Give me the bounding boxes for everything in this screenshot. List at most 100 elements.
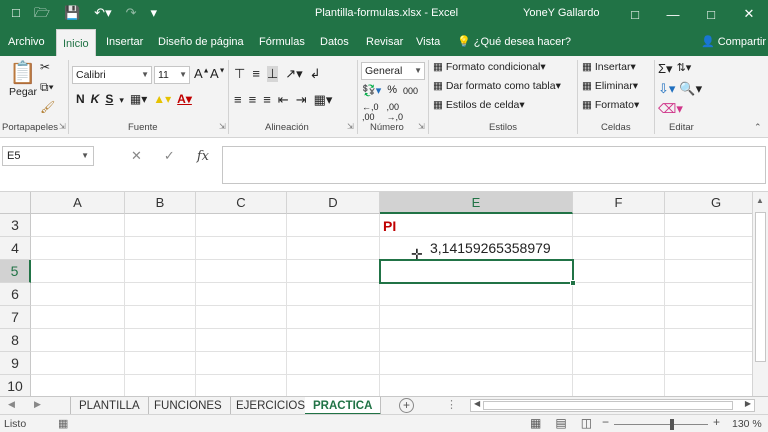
tab-vista[interactable]: Vista bbox=[410, 28, 446, 56]
open-folder-icon[interactable]: 🗁 bbox=[34, 4, 50, 22]
collapse-ribbon-icon[interactable]: ⌃ bbox=[754, 122, 762, 133]
align-center-icon[interactable]: ≡ bbox=[249, 92, 257, 108]
tab-archivo[interactable]: Archivo bbox=[2, 28, 51, 56]
fill-handle[interactable] bbox=[570, 280, 576, 286]
new-file-icon[interactable]: □ bbox=[12, 4, 20, 22]
page-layout-view-icon[interactable]: ▤ bbox=[555, 416, 566, 430]
add-sheet-icon[interactable]: + bbox=[399, 398, 414, 413]
next-sheet-icon[interactable]: ▶ bbox=[34, 399, 41, 410]
underline-button[interactable]: S bbox=[105, 92, 113, 108]
currency-icon[interactable]: 💱▾ bbox=[362, 84, 381, 98]
name-box[interactable]: E5 ▼ bbox=[2, 146, 94, 166]
insert-function-button[interactable]: fx bbox=[197, 149, 209, 164]
dialog-launcher-icon[interactable]: ⇲ bbox=[219, 122, 226, 131]
column-header-b[interactable]: B bbox=[125, 192, 196, 214]
cell-e3[interactable]: PI bbox=[383, 218, 396, 234]
sheet-tab-ejercicios[interactable]: EJERCICIOS bbox=[228, 397, 315, 415]
format-as-table-button[interactable]: ▦ Dar formato como tabla▾ bbox=[433, 80, 561, 92]
row-header-5[interactable]: 5 bbox=[0, 260, 31, 283]
prev-sheet-icon[interactable]: ◀ bbox=[8, 399, 15, 410]
tab-insertar[interactable]: Insertar bbox=[100, 28, 149, 56]
column-header-e[interactable]: E bbox=[380, 192, 573, 214]
increase-indent-icon[interactable]: ⇥ bbox=[296, 92, 307, 108]
dialog-launcher-icon[interactable]: ⇲ bbox=[59, 122, 66, 131]
page-break-view-icon[interactable]: ◫ bbox=[581, 416, 592, 430]
paste-button[interactable]: 📋 Pegar bbox=[6, 60, 40, 98]
copy-icon[interactable]: ⧉▾ bbox=[40, 80, 54, 95]
tab-inicio[interactable]: Inicio bbox=[56, 29, 96, 56]
font-size-select[interactable]: 11 ▼ bbox=[154, 66, 190, 84]
zoom-out-icon[interactable]: − bbox=[602, 415, 609, 429]
tab-formulas[interactable]: Fórmulas bbox=[253, 28, 311, 56]
selected-cell-e5[interactable] bbox=[379, 259, 576, 286]
macro-record-icon[interactable]: ▦ bbox=[58, 417, 68, 430]
worksheet-grid[interactable]: A B C D E F G 3 4 5 6 7 8 9 10 PI 3,1415… bbox=[0, 192, 768, 396]
borders-icon[interactable]: ▦▾ bbox=[130, 92, 147, 108]
shrink-font-icon[interactable]: A▼ bbox=[210, 66, 226, 81]
tell-me-search[interactable]: 💡 ¿Qué desea hacer? bbox=[457, 28, 571, 56]
format-cells-button[interactable]: ▦ Formato▾ bbox=[582, 99, 639, 111]
column-header-d[interactable]: D bbox=[287, 192, 380, 214]
clear-icon[interactable]: ⌫▾ bbox=[658, 101, 683, 117]
decrease-indent-icon[interactable]: ⇤ bbox=[278, 92, 289, 108]
normal-view-icon[interactable]: ▦ bbox=[530, 416, 541, 430]
minimize-icon[interactable]: — bbox=[654, 0, 692, 28]
save-icon[interactable]: 💾 bbox=[64, 4, 80, 22]
autosum-icon[interactable]: Σ▾ bbox=[658, 61, 673, 77]
dialog-launcher-icon[interactable]: ⇲ bbox=[347, 122, 354, 131]
row-header-3[interactable]: 3 bbox=[0, 214, 31, 237]
grow-font-icon[interactable]: A▲ bbox=[194, 66, 210, 81]
merge-center-icon[interactable]: ▦▾ bbox=[314, 92, 333, 108]
row-header-9[interactable]: 9 bbox=[0, 352, 31, 375]
select-all-button[interactable] bbox=[0, 192, 31, 214]
orientation-icon[interactable]: ↗▾ bbox=[285, 66, 302, 82]
font-color-icon[interactable]: A▾ bbox=[177, 92, 192, 108]
customize-qat-icon[interactable]: ▾ bbox=[151, 4, 158, 22]
zoom-slider[interactable]: − + bbox=[600, 415, 720, 432]
fill-color-icon[interactable]: ▲▾ bbox=[153, 92, 171, 108]
row-header-10[interactable]: 10 bbox=[0, 375, 31, 396]
row-header-7[interactable]: 7 bbox=[0, 306, 31, 329]
tab-diseno-pagina[interactable]: Diseño de página bbox=[152, 28, 250, 56]
scroll-left-icon[interactable]: ◀ bbox=[474, 399, 480, 408]
italic-button[interactable]: K bbox=[91, 92, 100, 108]
column-header-c[interactable]: C bbox=[196, 192, 287, 214]
align-right-icon[interactable]: ≡ bbox=[263, 92, 271, 108]
insert-cells-button[interactable]: ▦ Insertar▾ bbox=[582, 61, 636, 73]
sort-filter-icon[interactable]: ⇅▾ bbox=[677, 61, 692, 77]
align-top-icon[interactable]: ⊤ bbox=[234, 66, 245, 82]
format-painter-icon[interactable]: 🖌 bbox=[40, 100, 55, 114]
align-middle-icon[interactable]: ≡ bbox=[252, 66, 260, 82]
row-header-4[interactable]: 4 bbox=[0, 237, 31, 260]
decrease-decimal-icon[interactable]: ,00 →,0 bbox=[387, 102, 404, 122]
cell-e4[interactable]: 3,14159265358979 bbox=[430, 240, 551, 256]
scroll-thumb[interactable] bbox=[483, 401, 733, 410]
sheet-tab-practica[interactable]: PRACTICA bbox=[305, 397, 382, 415]
conditional-format-button[interactable]: ▦ Formato condicional▾ bbox=[433, 61, 546, 73]
column-header-f[interactable]: F bbox=[573, 192, 665, 214]
delete-cells-button[interactable]: ▦ Eliminar▾ bbox=[582, 80, 638, 92]
undo-icon[interactable]: ↶▾ bbox=[94, 4, 111, 22]
column-header-a[interactable]: A bbox=[31, 192, 125, 214]
align-bottom-icon[interactable]: ⊥ bbox=[266, 66, 279, 82]
zoom-level[interactable]: 130 % bbox=[732, 418, 762, 430]
bold-button[interactable]: N bbox=[76, 92, 85, 108]
cancel-icon[interactable]: ✕ bbox=[131, 148, 142, 164]
row-header-8[interactable]: 8 bbox=[0, 329, 31, 352]
thousands-icon[interactable]: 000 bbox=[403, 84, 418, 98]
dialog-launcher-icon[interactable]: ⇲ bbox=[418, 122, 425, 131]
zoom-in-icon[interactable]: + bbox=[713, 415, 720, 429]
chevron-down-icon[interactable]: ▾ bbox=[119, 92, 124, 108]
row-header-6[interactable]: 6 bbox=[0, 283, 31, 306]
formula-input[interactable] bbox=[222, 146, 766, 184]
horizontal-scrollbar[interactable]: ◀ ▶ bbox=[470, 399, 755, 412]
cut-icon[interactable]: ✂ bbox=[40, 60, 50, 74]
tab-revisar[interactable]: Revisar bbox=[360, 28, 409, 56]
maximize-icon[interactable]: □ bbox=[692, 0, 730, 28]
sheet-tab-funciones[interactable]: FUNCIONES bbox=[146, 397, 231, 415]
align-left-icon[interactable]: ≡ bbox=[234, 92, 242, 108]
scroll-thumb[interactable] bbox=[755, 212, 766, 362]
enter-icon[interactable]: ✓ bbox=[164, 148, 175, 164]
vertical-scrollbar[interactable]: ▲ bbox=[752, 192, 768, 396]
close-icon[interactable]: ✕ bbox=[730, 0, 768, 28]
